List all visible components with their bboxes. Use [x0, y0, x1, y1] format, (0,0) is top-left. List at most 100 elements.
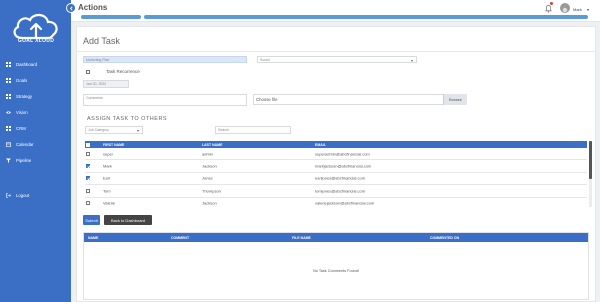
- sidebar-item-label: Vision: [16, 109, 28, 115]
- sidebar-item-label: Logout: [16, 192, 30, 198]
- table-scrollbar[interactable]: [589, 141, 592, 207]
- add-task-panel: Add Task Marketing Plan Social ▾ Task Re…: [76, 26, 596, 302]
- assign-section-title: ASSIGN TASK TO OTHERS: [87, 116, 168, 122]
- back-button[interactable]: [66, 3, 76, 13]
- file-label: Choose file: [256, 97, 278, 102]
- table-header: FIRST NAME LAST NAME EMAIL: [85, 141, 587, 148]
- email-cell: earljones@abcfinancial.com: [315, 175, 366, 181]
- row-checkbox[interactable]: [86, 164, 90, 169]
- sidebar-item-label: Calendar: [16, 141, 34, 147]
- sidebar-item-label: Strategy: [16, 93, 33, 99]
- sidebar-nav: Dashboard Goals Strategy Vision CRM Cale…: [0, 56, 71, 168]
- panel-title: Add Task: [83, 36, 120, 46]
- sidebar-item-label: CRM: [16, 125, 26, 131]
- select-all-checkbox[interactable]: [86, 142, 90, 147]
- last-name-cell: admin: [202, 151, 213, 157]
- header-first-name: FIRST NAME: [103, 142, 125, 147]
- row-checkbox[interactable]: [86, 151, 90, 156]
- job-category-placeholder: Job Category: [88, 128, 109, 132]
- user-avatar-icon: [562, 7, 568, 13]
- sidebar-item-label: Pipeline: [16, 157, 32, 163]
- back-to-dashboard-button[interactable]: Back to Dashboard: [104, 215, 152, 225]
- page-title: Actions: [78, 3, 108, 12]
- row-checkbox[interactable]: [86, 201, 90, 206]
- chevron-down-icon[interactable]: ▾: [587, 7, 589, 12]
- logout-icon: [5, 192, 11, 198]
- goal-select[interactable]: Social ▾: [257, 56, 417, 63]
- sidebar-item-label: Goals: [16, 77, 28, 83]
- goal-select-value: Social: [260, 57, 270, 62]
- logout-container: Logout: [0, 187, 71, 203]
- email-cell: valeriejackson@abcfinancial.com: [315, 200, 375, 206]
- sidebar-item-pipeline[interactable]: Pipeline: [0, 152, 71, 168]
- crm-icon: [5, 125, 11, 131]
- header-last-name: LAST NAME: [202, 142, 223, 147]
- row-checkbox[interactable]: [86, 176, 90, 181]
- header-name: NAME: [88, 235, 99, 240]
- table-row[interactable]: super admin superadmin@abcfinancial.com: [85, 148, 587, 161]
- progress-bar-left: [81, 15, 141, 19]
- sidebar-item-strategy[interactable]: Strategy: [0, 88, 71, 104]
- last-name-cell: Jackson: [202, 163, 217, 169]
- file-input[interactable]: Choose file: [253, 94, 467, 105]
- email-cell: tomjones@abcfinancial.com: [315, 188, 366, 194]
- sidebar-item-logout[interactable]: Logout: [0, 187, 71, 203]
- comments-textarea[interactable]: Comments: [83, 94, 247, 106]
- calendar-icon: [5, 141, 11, 147]
- sidebar: GOAL XLOUD Dashboard Goals Strategy Visi…: [0, 0, 71, 302]
- sidebar-item-goals[interactable]: Goals: [0, 72, 71, 88]
- bell-icon[interactable]: [544, 4, 553, 13]
- sidebar-item-crm[interactable]: CRM: [0, 120, 71, 136]
- chevron-down-icon: ▾: [410, 58, 413, 63]
- header-email: EMAIL: [315, 142, 326, 147]
- progress-bar-main: [144, 15, 588, 19]
- vision-icon: [5, 109, 11, 115]
- date-input[interactable]: Jan 20, 2022: [83, 80, 129, 88]
- header-file-name: FILE NAME: [292, 235, 311, 240]
- notification-badge: [550, 2, 553, 5]
- first-name-cell: super: [103, 151, 114, 157]
- empty-state-text: No Task Comments Found!: [313, 269, 359, 273]
- sidebar-item-calendar[interactable]: Calendar: [0, 136, 71, 152]
- scrollbar-thumb[interactable]: [589, 141, 592, 179]
- table-row[interactable]: Earl Jones earljones@abcfinancial.com: [85, 172, 587, 186]
- submit-button[interactable]: Submit: [83, 215, 100, 225]
- pipeline-icon: [5, 157, 11, 163]
- dashboard-icon: [5, 61, 11, 67]
- task-comments-table: NAME COMMENT FILE NAME COMMENTED ON No T…: [83, 232, 589, 300]
- row-checkbox[interactable]: [86, 188, 90, 193]
- last-name-cell: Jones: [202, 175, 213, 181]
- email-cell: superadmin@abcfinancial.com: [315, 151, 370, 157]
- brand-name: GOAL XLOUD: [17, 38, 55, 44]
- task-recurrence-checkbox[interactable]: [86, 70, 90, 74]
- task-name-input[interactable]: Marketing Plan: [83, 56, 247, 63]
- chevron-down-icon: ▾: [136, 128, 139, 133]
- job-category-select[interactable]: Job Category ▾: [85, 126, 143, 134]
- avatar[interactable]: [560, 3, 570, 13]
- table-row[interactable]: Mark Jackson markjackson@abcfinancial.co…: [85, 160, 587, 173]
- sidebar-item-dashboard[interactable]: Dashboard: [0, 56, 71, 72]
- user-name[interactable]: Mark: [573, 7, 582, 12]
- task-recurrence-label: Task Recurrence: [106, 69, 140, 74]
- sidebar-item-vision[interactable]: Vision: [0, 104, 71, 120]
- last-name-cell: Jackson: [202, 200, 217, 206]
- goals-icon: [5, 77, 11, 83]
- search-input[interactable]: Search: [215, 126, 291, 134]
- users-table: FIRST NAME LAST NAME EMAIL super admin s…: [85, 141, 587, 207]
- first-name-cell: Earl: [103, 175, 111, 181]
- browse-button[interactable]: Browse: [443, 94, 467, 105]
- sidebar-item-label: Dashboard: [16, 61, 38, 67]
- first-name-cell: Mark: [103, 163, 112, 169]
- header-commented-on: COMMENTED ON: [430, 235, 460, 240]
- divider: [77, 51, 595, 52]
- last-name-cell: Thompson: [202, 188, 221, 194]
- table-row[interactable]: Valerie Jackson valeriejackson@abcfinanc…: [85, 197, 587, 207]
- table-header: NAME COMMENT FILE NAME COMMENTED ON: [84, 233, 588, 242]
- strategy-icon: [5, 93, 11, 99]
- chevron-left-icon: [69, 5, 73, 11]
- top-header: Actions Mark ▾: [66, 0, 600, 22]
- email-cell: markjackson@abcfinancial.com: [315, 163, 372, 169]
- first-name-cell: Tom: [103, 188, 111, 194]
- table-row[interactable]: Tom Thompson tomjones@abcfinancial.com: [85, 185, 587, 198]
- header-comment: COMMENT: [171, 235, 190, 240]
